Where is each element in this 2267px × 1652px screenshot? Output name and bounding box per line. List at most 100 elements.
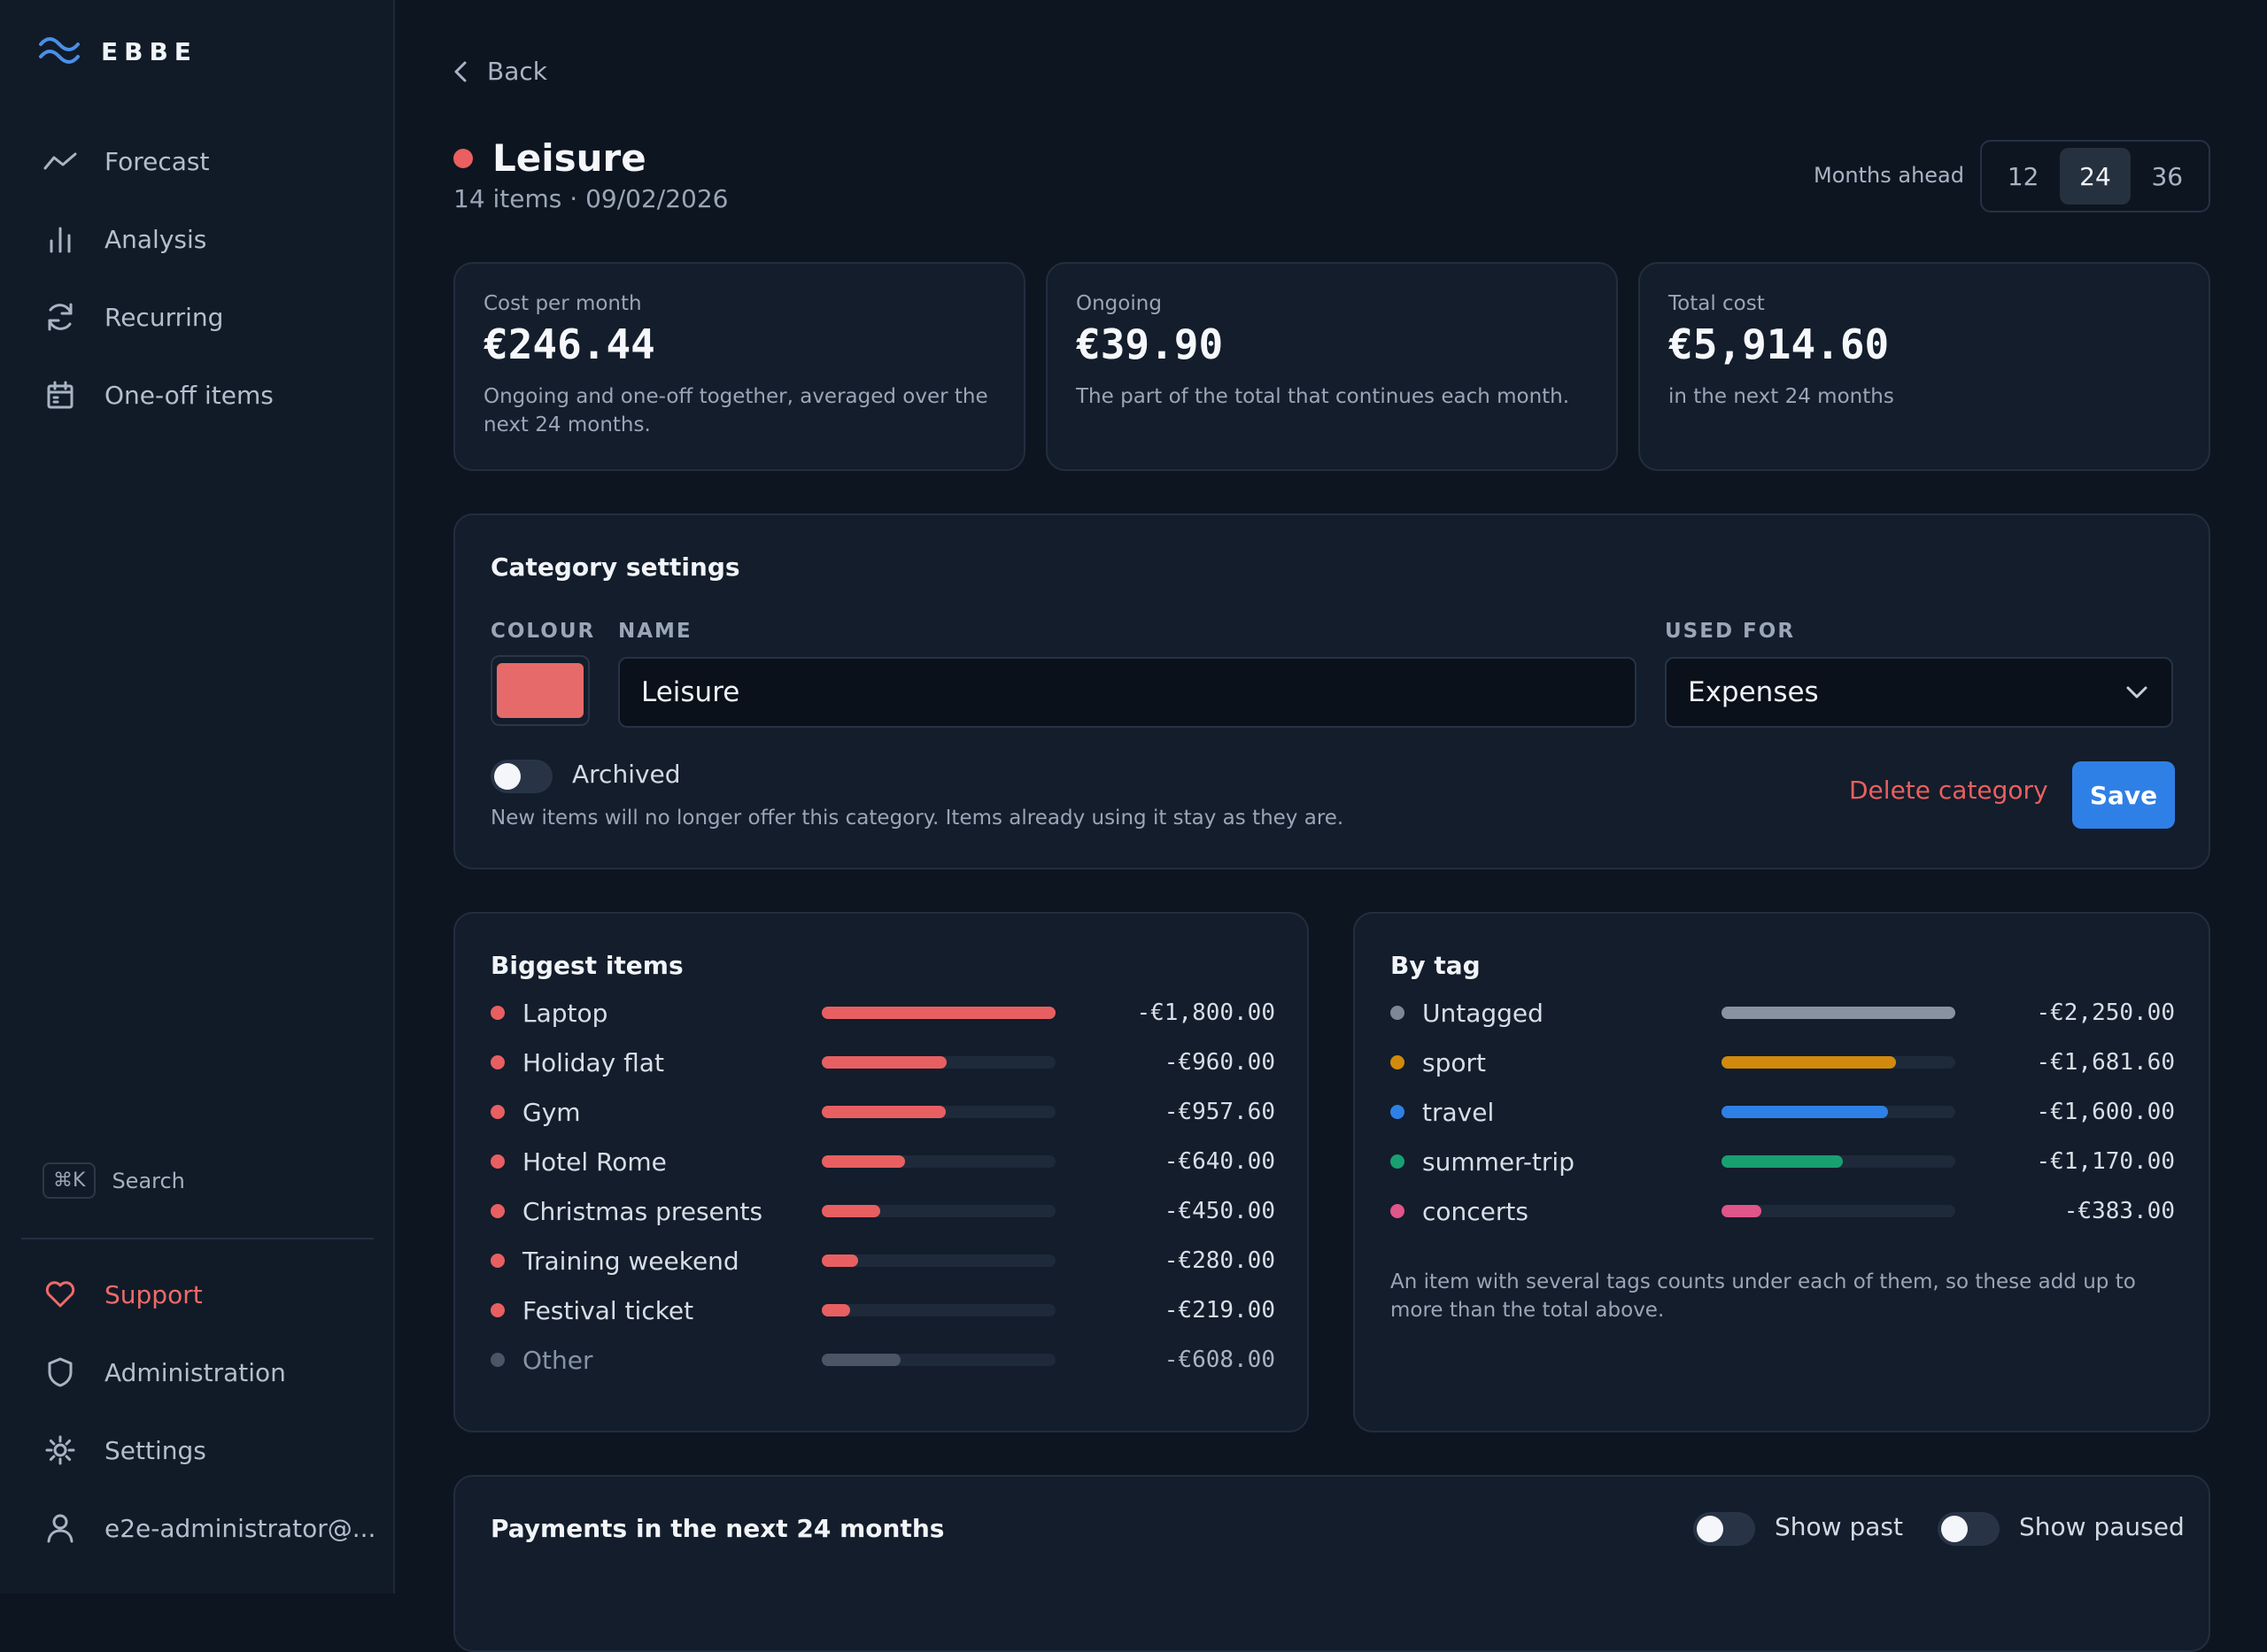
item-label: concerts — [1422, 1196, 1528, 1226]
bar-track — [822, 1254, 1056, 1267]
save-button[interactable]: Save — [2072, 761, 2175, 829]
bar-fill — [822, 1354, 901, 1366]
list-item: Laptop -€1,800.00 — [491, 995, 1275, 1031]
legend-dot — [1390, 1154, 1404, 1169]
list-item: travel -€1,600.00 — [1390, 1094, 2175, 1130]
list-item: Gym -€957.60 — [491, 1094, 1275, 1130]
kpi-description: in the next 24 months — [1668, 385, 1894, 408]
nav-forecast[interactable]: Forecast — [43, 135, 209, 188]
delete-category-button[interactable]: Delete category — [1849, 776, 2048, 805]
item-amount: -€2,250.00 — [2036, 1000, 2175, 1026]
show-past-toggle[interactable] — [1693, 1512, 1755, 1546]
shield-icon — [43, 1355, 78, 1390]
bar-fill — [1722, 1007, 1955, 1019]
chevron-down-icon — [2126, 686, 2147, 699]
months-option-24[interactable]: 24 — [2059, 148, 2131, 205]
bar-track — [822, 1007, 1056, 1019]
bar-track — [1722, 1205, 1955, 1217]
item-label: Christmas presents — [522, 1196, 763, 1226]
user-icon — [43, 1510, 78, 1546]
legend-dot — [491, 1055, 505, 1069]
category-settings-card: Category settings COLOUR NAME USED FOR L… — [453, 513, 2210, 869]
item-label: Training weekend — [522, 1246, 739, 1276]
list-item: sport -€1,681.60 — [1390, 1045, 2175, 1080]
list-item: Holiday flat -€960.00 — [491, 1045, 1275, 1080]
back-link[interactable]: Back — [453, 57, 547, 86]
page-subtitle: 14 items · 09/02/2026 — [453, 184, 729, 213]
item-label: Laptop — [522, 998, 608, 1028]
show-paused-toggle[interactable] — [1938, 1512, 2000, 1546]
by-tag-card: By tag Untagged -€2,250.00 sport -€1,681.60… — [1353, 912, 2210, 1432]
refresh-icon — [43, 299, 78, 335]
bar-track — [1722, 1106, 1955, 1118]
archived-hint: New items will no longer offer this cate… — [491, 807, 1344, 830]
colour-label: COLOUR — [491, 620, 596, 643]
name-input[interactable]: Leisure — [618, 657, 1636, 728]
used-for-value: Expenses — [1688, 676, 1819, 708]
nav-user-account[interactable]: e2e-administrator@... — [43, 1501, 375, 1555]
item-amount: -€1,600.00 — [2036, 1099, 2175, 1125]
item-amount: -€1,800.00 — [1136, 1000, 1275, 1026]
bar-track — [1722, 1056, 1955, 1069]
back-label: Back — [487, 57, 547, 86]
kpi-label: Total cost — [1668, 292, 1765, 315]
section-title: Payments in the next 24 months — [491, 1514, 945, 1543]
nav-settings[interactable]: Settings — [43, 1424, 206, 1477]
heart-icon — [43, 1277, 78, 1312]
bar-track — [1722, 1155, 1955, 1168]
bar-fill — [1722, 1056, 1897, 1069]
show-paused-label: Show paused — [2019, 1512, 2185, 1541]
kpi-label: Ongoing — [1076, 292, 1162, 315]
list-item: summer-trip -€1,170.00 — [1390, 1144, 2175, 1179]
list-item: concerts -€383.00 — [1390, 1193, 2175, 1229]
toggle-knob — [494, 763, 521, 790]
kpi-value: €5,914.60 — [1668, 320, 1890, 368]
nav-analysis[interactable]: Analysis — [43, 212, 206, 266]
item-label: Gym — [522, 1097, 581, 1127]
item-amount: -€640.00 — [1164, 1148, 1275, 1175]
legend-dot — [491, 1353, 505, 1367]
list-item: Training weekend -€280.00 — [491, 1243, 1275, 1278]
bar-track — [822, 1106, 1056, 1118]
toggle-knob — [1941, 1516, 1968, 1542]
legend-dot — [1390, 1006, 1404, 1020]
search-shortcut[interactable]: ⌘K Search — [43, 1162, 185, 1199]
item-label: Other — [522, 1345, 593, 1375]
nav-administration-label: Administration — [104, 1357, 286, 1387]
app-logo[interactable]: EBBE — [39, 32, 197, 71]
legend-dot — [1390, 1204, 1404, 1218]
months-option-12[interactable]: 12 — [1988, 148, 2059, 205]
used-for-label: USED FOR — [1665, 620, 1796, 643]
item-amount: -€280.00 — [1164, 1247, 1275, 1274]
gear-icon — [43, 1432, 78, 1468]
bar-fill — [822, 1155, 905, 1168]
section-title: Biggest items — [491, 951, 684, 980]
page-title: Leisure — [492, 136, 646, 180]
item-label: summer-trip — [1422, 1146, 1575, 1177]
section-title: By tag — [1390, 951, 1481, 980]
colour-picker[interactable] — [491, 655, 590, 726]
nav-support[interactable]: Support — [43, 1268, 203, 1321]
months-option-36[interactable]: 36 — [2132, 148, 2202, 205]
sidebar-divider — [21, 1238, 374, 1239]
archived-toggle[interactable] — [491, 760, 553, 793]
bar-track — [1722, 1007, 1955, 1019]
nav-one-off-items[interactable]: One-off items — [43, 368, 274, 421]
item-amount: -€383.00 — [2063, 1198, 2175, 1224]
nav-recurring[interactable]: Recurring — [43, 290, 223, 344]
app-name: EBBE — [101, 36, 197, 66]
kpi-value: €39.90 — [1076, 320, 1224, 368]
legend-dot — [491, 1303, 505, 1317]
item-amount: -€450.00 — [1164, 1198, 1275, 1224]
kpi-value: €246.44 — [484, 320, 655, 368]
nav-support-label: Support — [104, 1279, 203, 1309]
legend-dot — [1390, 1105, 1404, 1119]
legend-dot — [1390, 1055, 1404, 1069]
bar-chart-icon — [43, 221, 78, 257]
bar-fill — [1722, 1106, 1888, 1118]
used-for-select[interactable]: Expenses — [1665, 657, 2173, 728]
nav-administration[interactable]: Administration — [43, 1346, 286, 1399]
bar-fill — [822, 1205, 880, 1217]
biggest-items-card: Biggest items Laptop -€1,800.00 Holiday fl… — [453, 912, 1309, 1432]
archived-label: Archived — [572, 760, 681, 789]
